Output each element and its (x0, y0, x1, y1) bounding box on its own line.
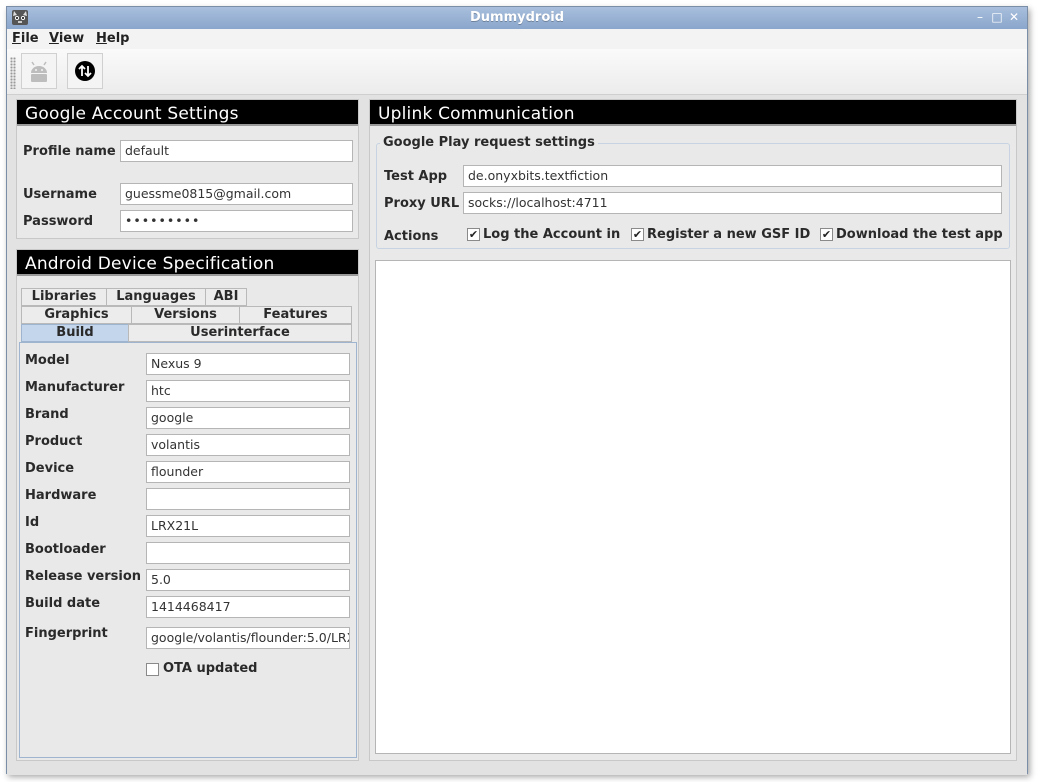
id-label: Id (25, 515, 40, 530)
account-panel: Google Account Settings Profile name def… (16, 99, 359, 239)
product-field[interactable]: volantis (146, 434, 350, 456)
tab-build[interactable]: Build (21, 324, 129, 342)
register-gsf-label: Register a new GSF ID (647, 227, 811, 242)
android-icon (31, 61, 47, 82)
menu-help[interactable]: Help (96, 31, 129, 46)
uplink-panel-title: Uplink Communication (378, 104, 575, 124)
hardware-label: Hardware (25, 488, 97, 503)
password-label: Password (23, 214, 94, 229)
device-field[interactable]: flounder (146, 461, 350, 483)
hardware-field[interactable] (146, 488, 350, 510)
fingerprint-label: Fingerprint (25, 626, 108, 641)
password-field[interactable]: ••••••••• (120, 210, 353, 232)
menu-view[interactable]: View (49, 31, 84, 46)
log-account-label: Log the Account in (483, 227, 621, 242)
tab-libraries[interactable]: Libraries (21, 288, 107, 306)
build-date-field[interactable]: 1414468417 (146, 596, 350, 618)
profile-name-label: Profile name (23, 144, 116, 159)
toolbar-grip[interactable] (10, 57, 16, 89)
toolbar (7, 49, 1027, 95)
build-date-label: Build date (25, 596, 101, 611)
ota-updated-label: OTA updated (163, 661, 258, 676)
manufacturer-field[interactable]: htc (146, 380, 350, 402)
profile-name-field[interactable]: default (120, 140, 353, 162)
id-field[interactable]: LRX21L (146, 515, 350, 537)
register-gsf-checkbox[interactable]: ✔ (631, 228, 644, 241)
proxy-url-label: Proxy URL (384, 196, 460, 211)
bootloader-label: Bootloader (25, 542, 106, 557)
username-field[interactable]: guessme0815@gmail.com (120, 183, 353, 205)
account-panel-header: Google Account Settings (17, 100, 358, 126)
tab-versions[interactable]: Versions (131, 306, 240, 324)
test-app-field[interactable]: de.onyxbits.textfiction (463, 165, 1002, 187)
test-app-label: Test App (384, 169, 448, 184)
model-field[interactable]: Nexus 9 (146, 353, 350, 375)
download-app-checkbox[interactable]: ✔ (820, 228, 833, 241)
tab-features[interactable]: Features (239, 306, 352, 324)
product-label: Product (25, 434, 83, 449)
uplink-panel-header: Uplink Communication (370, 100, 1016, 126)
window-title: Dummydroid (469, 10, 565, 25)
brand-field[interactable]: google (146, 407, 350, 429)
maximize-icon[interactable]: □ (990, 10, 1004, 24)
device-label: Device (25, 461, 75, 476)
uplink-panel: Uplink Communication Google Play request… (369, 99, 1017, 761)
menu-file[interactable]: File (12, 31, 39, 46)
minimize-icon[interactable]: – (973, 10, 987, 24)
content-area: Google Account Settings Profile name def… (7, 95, 1027, 775)
actions-label: Actions (384, 229, 439, 244)
device-panel-title: Android Device Specification (25, 254, 275, 274)
sync-icon (75, 61, 95, 81)
log-account-checkbox[interactable]: ✔ (467, 228, 480, 241)
sync-button[interactable] (67, 53, 103, 89)
account-panel-title: Google Account Settings (25, 104, 239, 124)
request-settings-legend: Google Play request settings (380, 135, 598, 150)
output-log-area[interactable] (375, 260, 1011, 754)
build-tab-content: Model Nexus 9 Manufacturer htc Brand goo… (19, 342, 357, 758)
ota-updated-checkbox[interactable] (146, 663, 159, 676)
title-bar[interactable]: Dummydroid – □ ✕ (7, 7, 1027, 29)
username-label: Username (23, 187, 97, 202)
brand-label: Brand (25, 407, 69, 422)
tab-userinterface[interactable]: Userinterface (128, 324, 352, 342)
android-button[interactable] (21, 53, 57, 89)
model-label: Model (25, 353, 70, 368)
fingerprint-field[interactable]: google/volantis/flounder:5.0/LRX (146, 627, 350, 649)
device-panel: Android Device Specification Libraries L… (16, 249, 359, 761)
proxy-url-field[interactable]: socks://localhost:4711 (463, 192, 1002, 214)
download-app-label: Download the test app (836, 227, 1003, 242)
bootloader-field[interactable] (146, 542, 350, 564)
app-window: Dummydroid – □ ✕ File View Help Google A… (6, 6, 1028, 775)
release-version-label: Release version (25, 569, 142, 584)
tab-abi[interactable]: ABI (205, 288, 247, 306)
manufacturer-label: Manufacturer (25, 380, 125, 395)
device-panel-header: Android Device Specification (17, 250, 358, 276)
menu-bar: File View Help (7, 29, 1027, 49)
close-icon[interactable]: ✕ (1007, 10, 1021, 24)
tab-languages[interactable]: Languages (106, 288, 206, 306)
release-version-field[interactable]: 5.0 (146, 569, 350, 591)
tab-graphics[interactable]: Graphics (21, 306, 132, 324)
